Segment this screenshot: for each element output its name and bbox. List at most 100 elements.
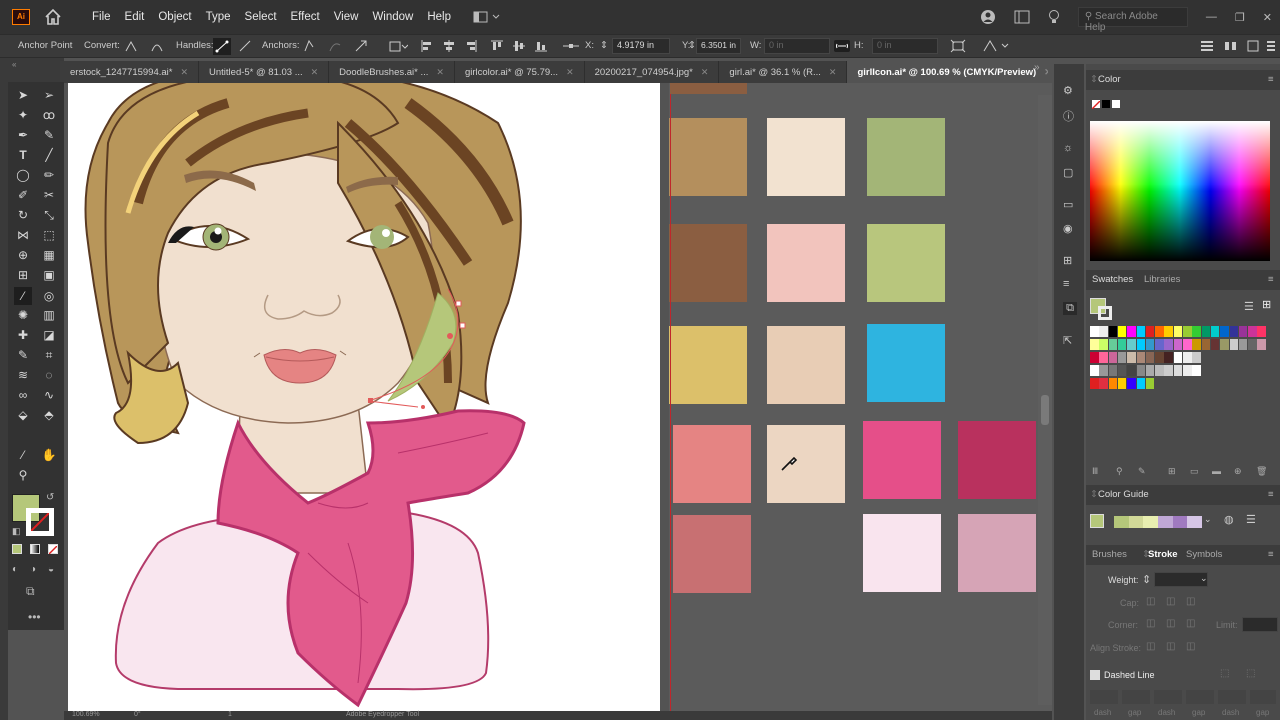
new-swatch-icon[interactable]: ⊕ (1234, 466, 1242, 477)
convert-smooth-icon[interactable] (150, 39, 164, 53)
draw-inside-icon[interactable]: ◒ (48, 564, 54, 575)
swatch-chip[interactable] (1201, 339, 1211, 350)
palette-swatch[interactable] (767, 224, 845, 302)
default-colors-icon[interactable]: ◧ (12, 526, 21, 537)
y-stepper-icon[interactable]: ⇕ (688, 40, 696, 51)
tab-document-4[interactable]: girlcolor.ai* @ 75.79... ✕ (455, 61, 585, 83)
tab-document-6[interactable]: girl.ai* @ 36.1 % (R... ✕ (719, 61, 848, 83)
eraser-tool-icon[interactable]: ✎ (14, 346, 32, 364)
scissors-tool-icon[interactable]: ✂ (40, 186, 58, 204)
swatch-chip[interactable] (1210, 339, 1220, 350)
align-right-icon[interactable] (464, 39, 478, 53)
delete-swatch-icon[interactable]: 🗑 (1256, 466, 1267, 477)
swatch-chip[interactable] (1164, 365, 1173, 376)
swatch-options-icon[interactable]: ✎ (1138, 466, 1146, 477)
anchor-point-handle[interactable] (459, 322, 466, 329)
reference-point-icon[interactable] (562, 39, 580, 53)
gap-field-3[interactable] (1250, 690, 1276, 704)
tab-close-icon[interactable]: ✕ (180, 67, 188, 78)
dashed-line-checkbox[interactable] (1090, 670, 1100, 680)
color-panel-menu-icon[interactable]: ≡ (1268, 74, 1274, 85)
dash-align-icon[interactable]: ⬚ (1246, 668, 1255, 679)
palette-swatch[interactable] (669, 326, 747, 404)
swatch-chip[interactable] (1099, 352, 1108, 363)
swatch-chip[interactable] (1099, 378, 1108, 389)
collapse-icon[interactable]: ⇕ (1090, 489, 1098, 500)
tab-document-5[interactable]: 20200217_074954.jpg* ✕ (585, 61, 720, 83)
page-number[interactable]: 1 (228, 711, 232, 718)
swatch-chip[interactable] (1090, 326, 1099, 337)
none-mode-icon[interactable] (48, 544, 58, 555)
palette-swatch[interactable] (958, 421, 1036, 499)
swatch-chip[interactable] (1117, 339, 1127, 350)
align-center-stroke-icon[interactable]: ◫ (1146, 641, 1155, 652)
discover-bulb-icon[interactable] (1048, 9, 1060, 25)
menu-file[interactable]: File (92, 11, 111, 23)
menu-edit[interactable]: Edit (125, 11, 145, 23)
align-panel-icon[interactable] (1224, 39, 1238, 53)
list-view-icon[interactable]: ☰ (1244, 300, 1254, 313)
save-group-icon[interactable]: ☰ (1246, 513, 1256, 526)
swatch-chip[interactable] (1155, 326, 1164, 337)
swap-colors-icon[interactable]: ↺ (46, 492, 54, 503)
swatch-chip[interactable] (1155, 339, 1164, 350)
pen-tool-icon[interactable]: ✒ (14, 126, 32, 144)
swatch-chip[interactable] (1192, 339, 1201, 350)
isolate-icon[interactable] (388, 39, 408, 53)
swatch-chip[interactable] (1136, 352, 1146, 363)
palette-swatch[interactable] (863, 514, 941, 592)
connect-anchor-icon[interactable] (328, 39, 342, 53)
palette-swatch[interactable] (767, 425, 845, 503)
lasso-tool-icon[interactable]: ꝏ (40, 106, 58, 124)
swatch-chip[interactable] (1108, 339, 1118, 350)
stroke-color-swatch[interactable] (26, 508, 54, 536)
warp-tool-icon[interactable]: ≋ (14, 366, 32, 384)
x-field[interactable]: 4.9179 in (612, 38, 670, 54)
swatch-chip[interactable] (1173, 339, 1183, 350)
menu-select[interactable]: Select (245, 11, 277, 23)
eyedropper-tool-icon[interactable]: ⁄ (14, 287, 32, 305)
tab-libraries[interactable]: Libraries (1144, 274, 1180, 285)
rotation-value[interactable]: 0° (134, 711, 141, 718)
dash-field-1[interactable] (1090, 690, 1118, 704)
live-paint-tool-icon[interactable]: ⬙ (14, 406, 32, 424)
swatch-chip[interactable] (1099, 365, 1108, 376)
swatch-chip[interactable] (1090, 352, 1099, 363)
color-guide-title[interactable]: Color Guide (1098, 489, 1149, 500)
black-color-chip[interactable] (1102, 100, 1110, 108)
show-handles-icon[interactable] (213, 38, 231, 55)
swatch-chip[interactable] (1248, 326, 1257, 337)
info-icon[interactable]: ⓘ (1063, 108, 1074, 124)
color-spectrum[interactable] (1090, 121, 1270, 261)
symbol-sprayer-tool-icon[interactable]: ✺ (14, 306, 32, 324)
swatch-chip[interactable] (1192, 365, 1201, 376)
workspace-switcher-icon[interactable] (473, 10, 503, 24)
swatch-chip[interactable] (1257, 326, 1266, 337)
edit-colors-icon[interactable]: ◍ (1224, 513, 1234, 526)
selection-tool-icon[interactable]: ➤ (14, 86, 32, 104)
type-tool-icon[interactable]: T (14, 146, 32, 164)
swatch-stroke-preview[interactable] (1098, 306, 1112, 320)
transform-icon[interactable] (950, 39, 966, 53)
round-cap-icon[interactable]: ◫ (1166, 596, 1175, 607)
tab-document-2[interactable]: Untitled-5* @ 81.03 ... ✕ (199, 61, 330, 83)
swatch-chip[interactable] (1173, 326, 1183, 337)
stroke-menu-icon[interactable]: ≡ (1268, 549, 1274, 560)
zoom-level[interactable]: 100.69% (72, 711, 100, 718)
swatch-chip[interactable] (1127, 339, 1136, 350)
transparency-icon[interactable]: ◉ (1063, 222, 1073, 235)
palette-swatch[interactable] (673, 425, 751, 503)
w-field[interactable]: 0 in (764, 38, 830, 54)
mesh-tool-icon[interactable]: ⊞ (14, 266, 32, 284)
swatch-chip[interactable] (1220, 326, 1229, 337)
swatch-chip[interactable] (1145, 378, 1155, 389)
guide-harmony-strip[interactable] (1114, 516, 1203, 528)
distribute-icon[interactable] (1246, 39, 1260, 53)
menu-type[interactable]: Type (206, 11, 231, 23)
palette-swatch[interactable] (867, 324, 945, 402)
tab-close-icon[interactable]: ✕ (311, 67, 319, 78)
menu-view[interactable]: View (334, 11, 359, 23)
cut-path-icon[interactable] (354, 39, 368, 53)
shape-builder-tool-icon[interactable]: ⊕ (14, 246, 32, 264)
scroll-thumb[interactable] (1041, 395, 1049, 425)
